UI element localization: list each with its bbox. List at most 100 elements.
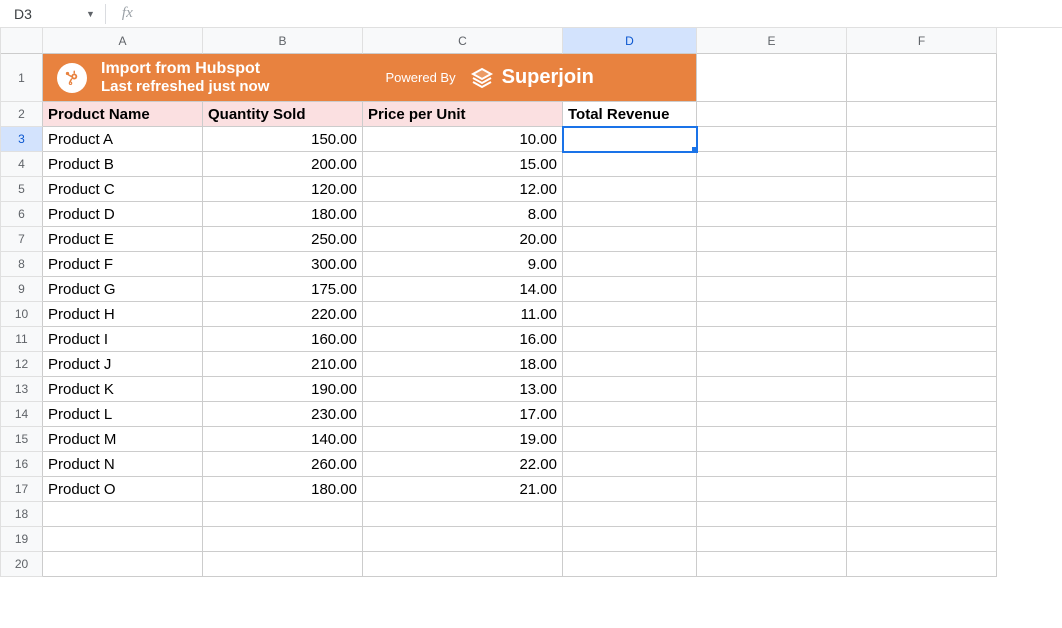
cell-f2[interactable] <box>847 102 997 127</box>
cell-b18[interactable] <box>203 502 363 527</box>
cell-c4[interactable]: 15.00 <box>363 152 563 177</box>
cell-e10[interactable] <box>697 302 847 327</box>
cell-a6[interactable]: Product D <box>43 202 203 227</box>
cell-d8[interactable] <box>563 252 697 277</box>
header-total-revenue[interactable]: Total Revenue <box>563 102 697 127</box>
cell-d12[interactable] <box>563 352 697 377</box>
row-head-3[interactable]: 3 <box>1 127 43 152</box>
row-head-19[interactable]: 19 <box>1 527 43 552</box>
cell-d4[interactable] <box>563 152 697 177</box>
row-head-16[interactable]: 16 <box>1 452 43 477</box>
cell-b19[interactable] <box>203 527 363 552</box>
cell-a4[interactable]: Product B <box>43 152 203 177</box>
row-head-11[interactable]: 11 <box>1 327 43 352</box>
row-head-12[interactable]: 12 <box>1 352 43 377</box>
cell-e20[interactable] <box>697 552 847 577</box>
row-head-9[interactable]: 9 <box>1 277 43 302</box>
cell-d14[interactable] <box>563 402 697 427</box>
header-product-name[interactable]: Product Name <box>43 102 203 127</box>
select-all-corner[interactable] <box>1 28 43 54</box>
cell-c17[interactable]: 21.00 <box>363 477 563 502</box>
cell-f9[interactable] <box>847 277 997 302</box>
row-head-1[interactable]: 1 <box>1 54 43 102</box>
cell-e9[interactable] <box>697 277 847 302</box>
cell-d11[interactable] <box>563 327 697 352</box>
row-head-17[interactable]: 17 <box>1 477 43 502</box>
cell-e19[interactable] <box>697 527 847 552</box>
cell-d20[interactable] <box>563 552 697 577</box>
cell-e12[interactable] <box>697 352 847 377</box>
cell-f16[interactable] <box>847 452 997 477</box>
cell-e17[interactable] <box>697 477 847 502</box>
cell-c19[interactable] <box>363 527 563 552</box>
cell-a11[interactable]: Product I <box>43 327 203 352</box>
cell-b17[interactable]: 180.00 <box>203 477 363 502</box>
cell-c16[interactable]: 22.00 <box>363 452 563 477</box>
cell-b4[interactable]: 200.00 <box>203 152 363 177</box>
cell-f3[interactable] <box>847 127 997 152</box>
cell-f13[interactable] <box>847 377 997 402</box>
row-head-14[interactable]: 14 <box>1 402 43 427</box>
cell-c11[interactable]: 16.00 <box>363 327 563 352</box>
formula-input[interactable] <box>145 0 1062 27</box>
cell-e15[interactable] <box>697 427 847 452</box>
cell-b9[interactable]: 175.00 <box>203 277 363 302</box>
row-head-7[interactable]: 7 <box>1 227 43 252</box>
cell-b8[interactable]: 300.00 <box>203 252 363 277</box>
cell-e11[interactable] <box>697 327 847 352</box>
cell-c6[interactable]: 8.00 <box>363 202 563 227</box>
cell-f18[interactable] <box>847 502 997 527</box>
cell-d17[interactable] <box>563 477 697 502</box>
cell-d13[interactable] <box>563 377 697 402</box>
cell-e8[interactable] <box>697 252 847 277</box>
cell-banner[interactable]: Import from Hubspot Last refreshed just … <box>43 54 697 102</box>
cell-f6[interactable] <box>847 202 997 227</box>
cell-e13[interactable] <box>697 377 847 402</box>
cell-f8[interactable] <box>847 252 997 277</box>
cell-b12[interactable]: 210.00 <box>203 352 363 377</box>
cell-a13[interactable]: Product K <box>43 377 203 402</box>
cell-b6[interactable]: 180.00 <box>203 202 363 227</box>
row-head-6[interactable]: 6 <box>1 202 43 227</box>
cell-b7[interactable]: 250.00 <box>203 227 363 252</box>
header-quantity-sold[interactable]: Quantity Sold <box>203 102 363 127</box>
row-head-10[interactable]: 10 <box>1 302 43 327</box>
cell-c9[interactable]: 14.00 <box>363 277 563 302</box>
cell-e4[interactable] <box>697 152 847 177</box>
cell-d9[interactable] <box>563 277 697 302</box>
cell-a15[interactable]: Product M <box>43 427 203 452</box>
cell-c20[interactable] <box>363 552 563 577</box>
cell-c7[interactable]: 20.00 <box>363 227 563 252</box>
cell-e6[interactable] <box>697 202 847 227</box>
cell-c14[interactable]: 17.00 <box>363 402 563 427</box>
header-price-per-unit[interactable]: Price per Unit <box>363 102 563 127</box>
cell-a9[interactable]: Product G <box>43 277 203 302</box>
cell-e1[interactable] <box>697 54 847 102</box>
col-head-b[interactable]: B <box>203 28 363 54</box>
cell-b16[interactable]: 260.00 <box>203 452 363 477</box>
cell-d18[interactable] <box>563 502 697 527</box>
cell-c13[interactable]: 13.00 <box>363 377 563 402</box>
cell-b13[interactable]: 190.00 <box>203 377 363 402</box>
cell-b3[interactable]: 150.00 <box>203 127 363 152</box>
cell-e14[interactable] <box>697 402 847 427</box>
cell-f4[interactable] <box>847 152 997 177</box>
cell-d19[interactable] <box>563 527 697 552</box>
cell-a3[interactable]: Product A <box>43 127 203 152</box>
col-head-f[interactable]: F <box>847 28 997 54</box>
cell-a5[interactable]: Product C <box>43 177 203 202</box>
row-head-4[interactable]: 4 <box>1 152 43 177</box>
cell-e7[interactable] <box>697 227 847 252</box>
cell-a16[interactable]: Product N <box>43 452 203 477</box>
col-head-a[interactable]: A <box>43 28 203 54</box>
cell-a8[interactable]: Product F <box>43 252 203 277</box>
cell-e2[interactable] <box>697 102 847 127</box>
name-box-dropdown-icon[interactable]: ▼ <box>86 9 95 19</box>
name-box[interactable]: D3 <box>10 4 80 24</box>
col-head-e[interactable]: E <box>697 28 847 54</box>
cell-c12[interactable]: 18.00 <box>363 352 563 377</box>
cell-f19[interactable] <box>847 527 997 552</box>
cell-c3[interactable]: 10.00 <box>363 127 563 152</box>
cell-d16[interactable] <box>563 452 697 477</box>
cell-a18[interactable] <box>43 502 203 527</box>
